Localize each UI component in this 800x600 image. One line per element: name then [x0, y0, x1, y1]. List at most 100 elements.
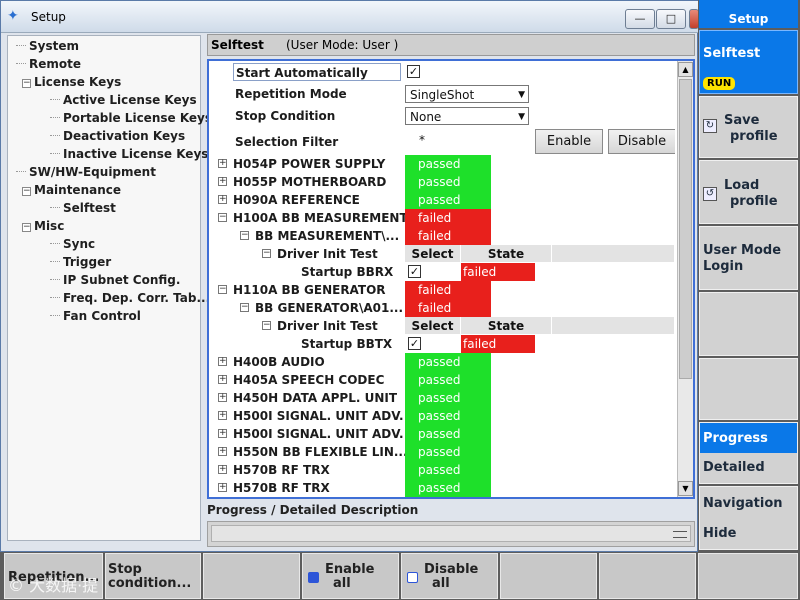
user-mode-label: (User Mode: User ) [286, 38, 399, 52]
expand-icon[interactable]: + [218, 447, 227, 456]
tree-item[interactable]: Trigger [50, 253, 111, 271]
tree-item[interactable]: Active License Keys [50, 91, 197, 109]
softkey-empty-bottom-2[interactable] [500, 553, 597, 599]
softkey-stop-condition[interactable]: Stop condition... [105, 553, 201, 599]
test-row[interactable]: Startup BBRX ✓ failed [209, 263, 675, 281]
tree-item[interactable]: Portable License Keys [50, 109, 212, 127]
scroll-thumb[interactable] [679, 79, 692, 379]
stop-condition-select[interactable]: None ▼ [405, 107, 529, 125]
expand-icon[interactable]: + [218, 375, 227, 384]
tree-item[interactable]: − License Keys [22, 73, 121, 91]
module-row[interactable]: + H500I SIGNAL. UNIT ADV. passed [209, 425, 675, 443]
tree-item[interactable]: − Misc [22, 217, 64, 235]
collapse-icon[interactable]: − [22, 223, 31, 232]
softkey-progress-detailed[interactable]: Progress Detailed [699, 422, 798, 484]
module-row[interactable]: + H570B RF TRX passed [209, 479, 675, 497]
softkey-empty-2[interactable] [699, 358, 798, 420]
module-name: H110A BB GENERATOR [233, 283, 386, 297]
test-select-checkbox[interactable]: ✓ [408, 337, 421, 350]
status-badge: passed [405, 389, 491, 407]
softkey-user-mode-login[interactable]: User Mode Login [699, 226, 798, 290]
module-row[interactable]: + H500I SIGNAL. UNIT ADV. passed [209, 407, 675, 425]
collapse-icon[interactable]: − [240, 303, 249, 312]
stop-condition-row: Stop Condition None ▼ [209, 107, 675, 125]
disable-button[interactable]: Disable [608, 129, 675, 154]
softkey-empty-bottom-1[interactable] [203, 553, 300, 599]
selection-filter-value[interactable]: * [419, 131, 425, 149]
tree-item[interactable]: Inactive License Keys [50, 145, 208, 163]
tree-item[interactable]: − Maintenance [22, 181, 121, 199]
expand-icon[interactable]: + [218, 429, 227, 438]
start-auto-row: Start Automatically ✓ [209, 63, 675, 81]
expand-icon[interactable]: + [218, 177, 227, 186]
expand-icon[interactable]: + [218, 195, 227, 204]
softkey-save-profile[interactable]: ↻ Save profile [699, 96, 798, 158]
scroll-down-icon[interactable]: ▼ [678, 481, 693, 496]
softkey-selftest[interactable]: Selftest RUN [699, 30, 798, 94]
tree-item[interactable]: Fan Control [50, 307, 141, 325]
status-badge: passed [405, 407, 491, 425]
module-sub-name: BB GENERATOR\A01... [255, 301, 404, 315]
module-name: H055P MOTHERBOARD [233, 175, 387, 189]
chevron-down-icon: ▼ [518, 90, 525, 100]
test-select-checkbox[interactable]: ✓ [408, 265, 421, 278]
tree-item[interactable]: Remote [16, 55, 81, 73]
module-row[interactable]: + H450H DATA APPL. UNIT passed [209, 389, 675, 407]
softkey-empty-bottom-4[interactable] [698, 553, 798, 599]
softkey-enable-all[interactable]: Enable all [302, 553, 399, 599]
collapse-icon[interactable]: − [262, 321, 271, 330]
module-row[interactable]: + H400B AUDIO passed [209, 353, 675, 371]
collapse-icon[interactable]: − [262, 249, 271, 258]
tree-item[interactable]: System [16, 37, 79, 55]
softkey-empty-1[interactable] [699, 292, 798, 356]
expand-icon[interactable]: + [218, 483, 227, 492]
module-row[interactable]: + H054P POWER SUPPLY passed [209, 155, 675, 173]
minimize-button[interactable]: — [625, 9, 655, 29]
tree-item[interactable]: Sync [50, 235, 95, 253]
test-group-row[interactable]: − Driver Init Test Select State [209, 245, 675, 263]
module-row[interactable]: + H055P MOTHERBOARD passed [209, 173, 675, 191]
module-row[interactable]: − H100A BB MEASUREMENT failed [209, 209, 675, 227]
expand-icon[interactable]: + [218, 465, 227, 474]
expand-icon[interactable]: + [218, 411, 227, 420]
repetition-select[interactable]: SingleShot ▼ [405, 85, 529, 103]
module-row[interactable]: + H550N BB FLEXIBLE LIN... passed [209, 443, 675, 461]
tree-item-label: Deactivation Keys [63, 129, 186, 143]
tree-item-label: Freq. Dep. Corr. Tab... [63, 291, 211, 305]
tree-connector [50, 135, 60, 136]
tree-item[interactable]: Freq. Dep. Corr. Tab... [50, 289, 210, 307]
module-row[interactable]: + H405A SPEECH CODEC passed [209, 371, 675, 389]
collapse-icon[interactable]: − [218, 213, 227, 222]
expand-icon[interactable]: + [218, 393, 227, 402]
expand-icon[interactable]: + [218, 159, 227, 168]
softkey-empty-bottom-3[interactable] [599, 553, 696, 599]
vertical-scrollbar[interactable]: ▲ ▼ [677, 61, 693, 497]
tree-item[interactable]: IP Subnet Config. [50, 271, 180, 289]
module-subrow[interactable]: − BB MEASUREMENT\... failed [209, 227, 675, 245]
test-group-row[interactable]: − Driver Init Test Select State [209, 317, 675, 335]
expand-icon[interactable]: + [218, 357, 227, 366]
tree-item[interactable]: SW/HW-Equipment [16, 163, 156, 181]
module-row[interactable]: − H110A BB GENERATOR failed [209, 281, 675, 299]
module-row[interactable]: + H570B RF TRX passed [209, 461, 675, 479]
test-row[interactable]: Startup BBTX ✓ failed [209, 335, 675, 353]
tree-connector [50, 117, 60, 118]
scroll-up-icon[interactable]: ▲ [678, 62, 693, 77]
tree-item[interactable]: Deactivation Keys [50, 127, 185, 145]
module-row[interactable]: + H090A REFERENCE passed [209, 191, 675, 209]
tree-item[interactable]: Selftest [50, 199, 116, 217]
start-auto-checkbox[interactable]: ✓ [407, 65, 420, 78]
softkey-load-profile[interactable]: ↺ Load profile [699, 160, 798, 224]
collapse-icon[interactable]: − [240, 231, 249, 240]
collapse-icon[interactable]: − [22, 187, 31, 196]
module-subrow[interactable]: − BB GENERATOR\A01... failed [209, 299, 675, 317]
enable-button[interactable]: Enable [535, 129, 603, 154]
softkey-navigation-hide[interactable]: Navigation Hide [699, 486, 798, 550]
maximize-button[interactable]: □ [656, 9, 686, 29]
collapse-icon[interactable]: − [22, 79, 31, 88]
softkey-disable-all[interactable]: Disable all [401, 553, 498, 599]
test-name: Startup BBRX [301, 265, 394, 279]
collapse-icon[interactable]: − [218, 285, 227, 294]
selftest-header: Selftest (User Mode: User ) [207, 34, 695, 56]
tree-item-label: Selftest [63, 201, 116, 215]
